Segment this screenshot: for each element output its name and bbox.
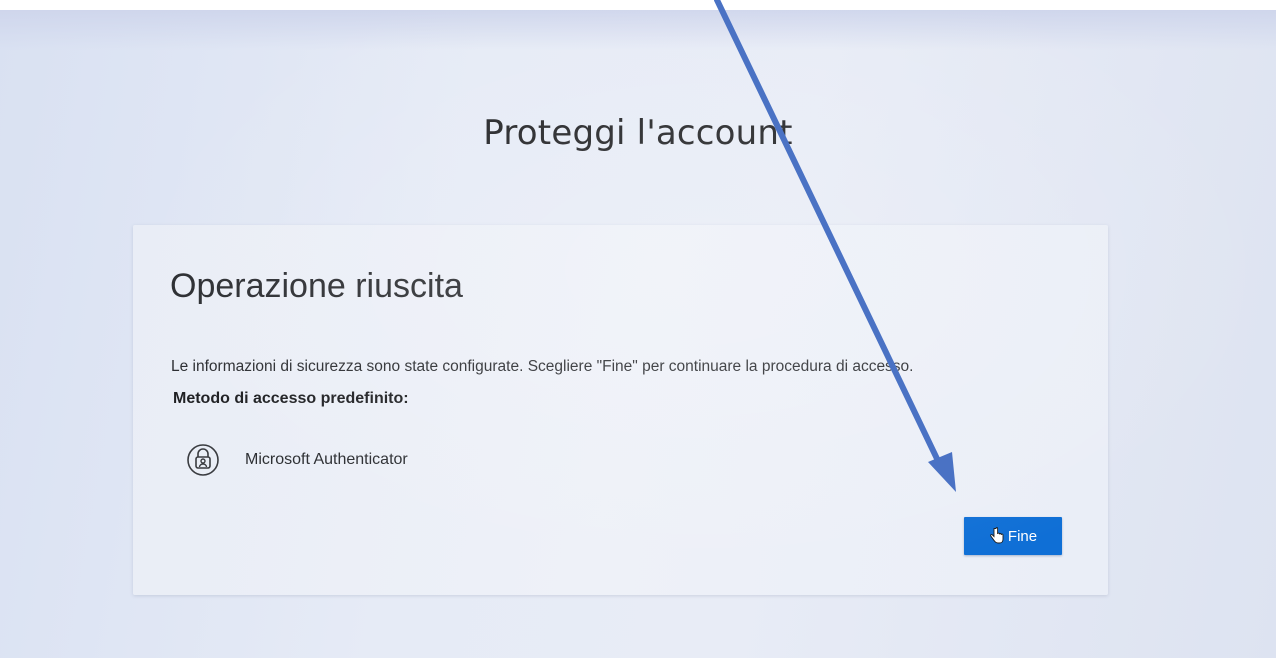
hand-cursor-icon [989,527,1005,545]
finish-button-label: Fine [1007,527,1038,545]
default-method-row: Microsoft Authenticator [185,440,408,480]
page-title: Proteggi l'account [483,113,793,153]
screen-background: Proteggi l'account Operazione riuscita L… [0,10,1276,658]
card-heading: Operazione riuscita [170,267,463,305]
finish-button[interactable]: Fine [964,517,1062,555]
default-method-label: Metodo di accesso predefinito: [173,390,409,407]
screen-top-band [0,10,1276,50]
method-name: Microsoft Authenticator [245,451,408,468]
result-card: Operazione riuscita Le informazioni di s… [133,225,1108,595]
authenticator-lock-icon [185,442,221,478]
card-message: Le informazioni di sicurezza sono state … [171,358,914,375]
